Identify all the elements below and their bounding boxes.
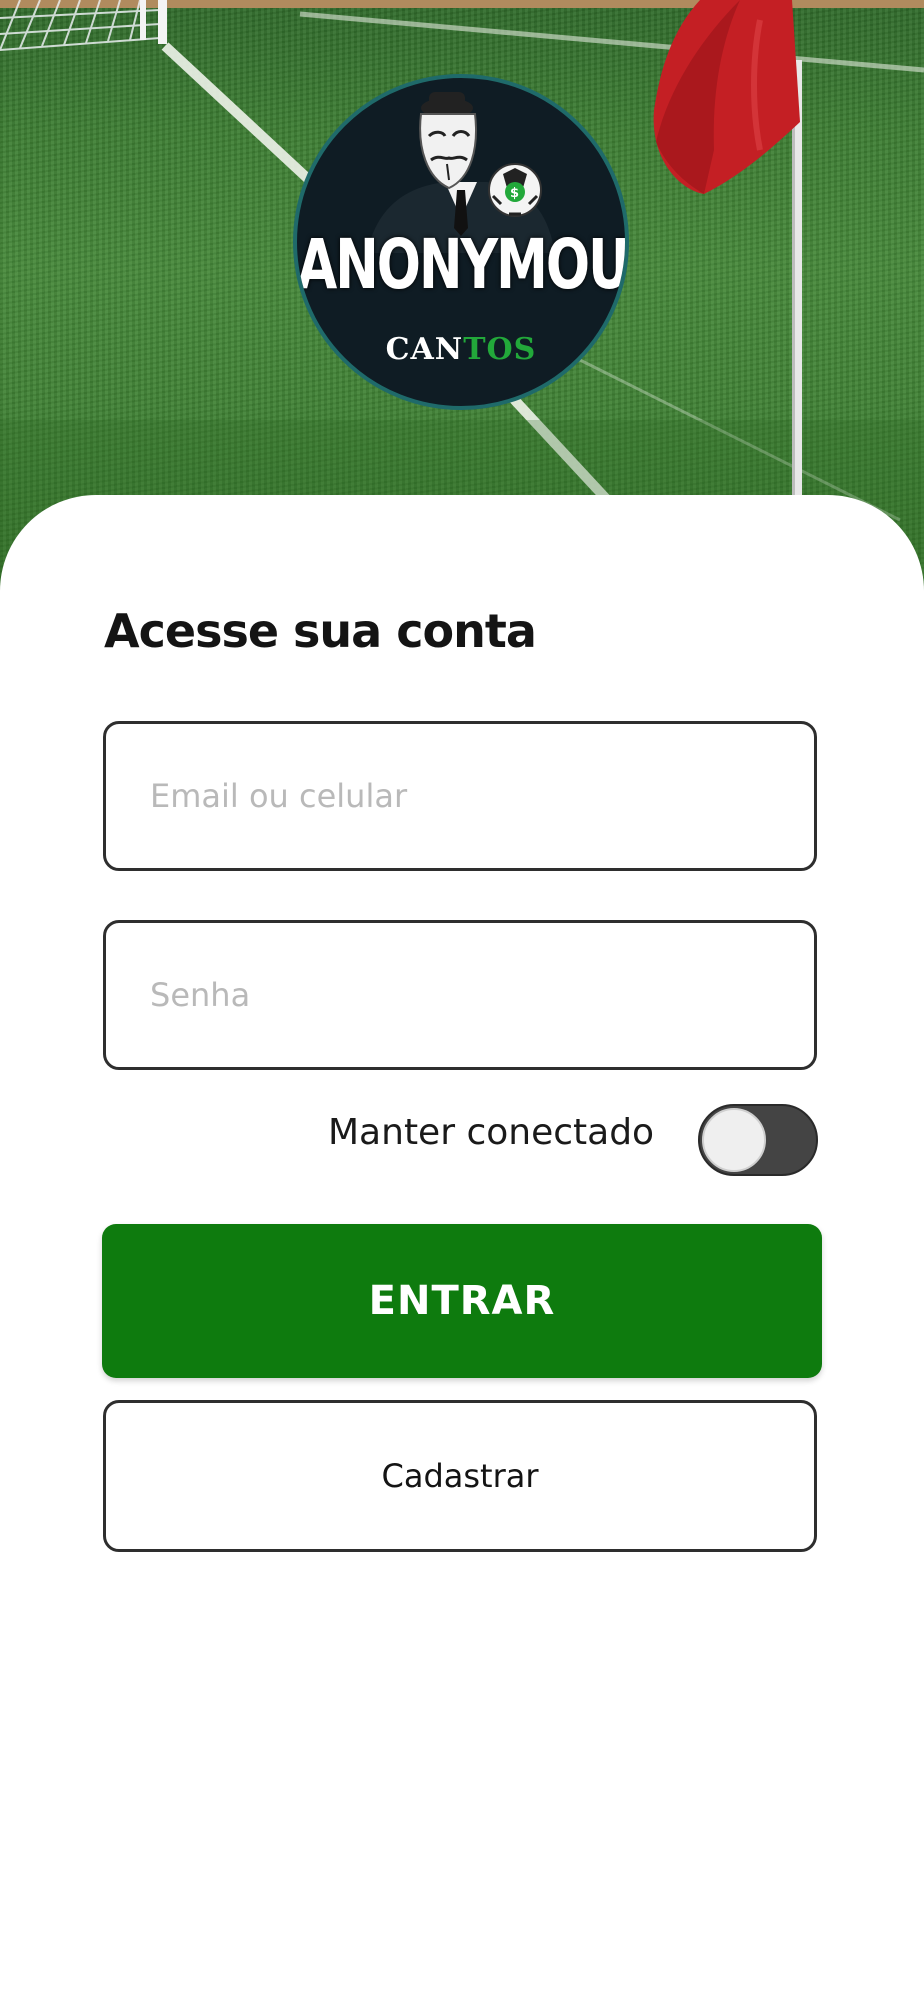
logo-subtitle-white: CAN [385, 332, 464, 367]
email-field[interactable] [103, 721, 817, 871]
page-title: Acesse sua conta [104, 604, 537, 658]
logo-subtitle: CANTOS [297, 332, 625, 367]
password-field[interactable] [103, 920, 817, 1070]
keep-connected-label: Manter conectado [328, 1112, 655, 1153]
toggle-knob [702, 1108, 766, 1172]
brand-logo: $ ANONYMOUS CANTOS [293, 74, 629, 410]
register-button[interactable]: Cadastrar [103, 1400, 817, 1552]
logo-title: ANONYMOUS [297, 226, 629, 306]
goal-line [299, 11, 924, 73]
login-button[interactable]: ENTRAR [102, 1224, 822, 1378]
svg-text:$: $ [510, 186, 519, 201]
keep-connected-toggle[interactable] [698, 1104, 818, 1176]
soccer-ball-icon: $ [488, 163, 542, 217]
logo-subtitle-green: TOS [463, 332, 537, 367]
